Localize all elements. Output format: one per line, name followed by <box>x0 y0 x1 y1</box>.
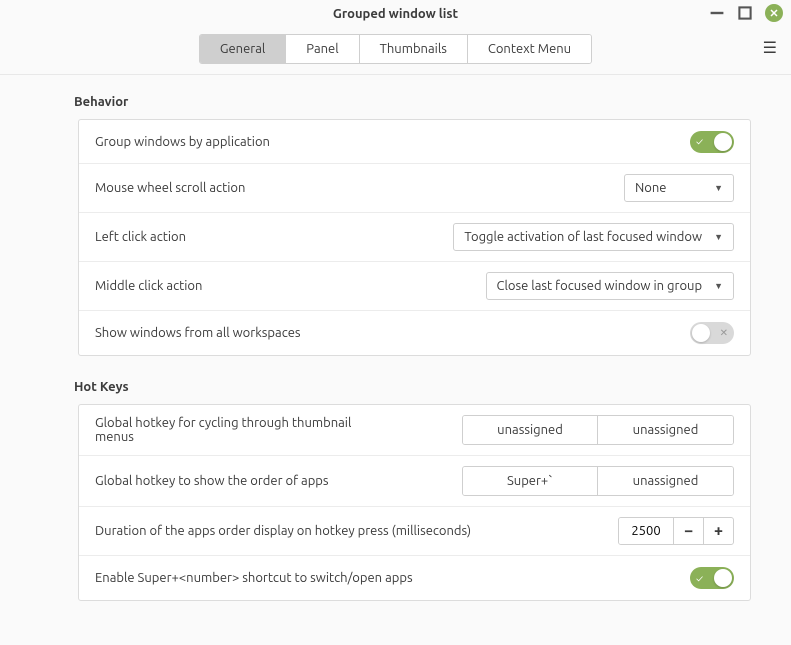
dropdown-value: Toggle activation of last focused window <box>464 230 702 244</box>
tab-context-menu[interactable]: Context Menu <box>468 35 591 63</box>
label-super-number: Enable Super+<number> shortcut to switch… <box>95 571 678 585</box>
chevron-down-icon: ▼ <box>714 183 723 193</box>
hotkey-order-2[interactable]: unassigned <box>598 467 733 495</box>
window-title: Grouped window list <box>333 7 458 21</box>
toggle-knob <box>714 569 732 587</box>
row-order-hotkey: Global hotkey to show the order of apps … <box>79 456 750 507</box>
tab-panel[interactable]: Panel <box>286 35 359 63</box>
dropdown-value: Close last focused window in group <box>497 279 703 293</box>
section-behavior-header: Behavior <box>74 95 751 109</box>
toggle-show-all-workspaces[interactable]: ✕ <box>690 322 734 344</box>
label-order-hotkey: Global hotkey to show the order of apps <box>95 474 450 488</box>
chevron-down-icon: ▼ <box>714 281 723 291</box>
row-super-number: Enable Super+<number> shortcut to switch… <box>79 556 750 600</box>
hotkey-pair-cycle: unassigned unassigned <box>462 415 734 445</box>
label-cycle-hotkey: Global hotkey for cycling through thumbn… <box>95 416 355 444</box>
row-group-windows: Group windows by application ✓ <box>79 120 750 164</box>
label-duration: Duration of the apps order display on ho… <box>95 524 606 538</box>
dropdown-mouse-wheel[interactable]: None ▼ <box>624 174 734 202</box>
tab-bar: General Panel Thumbnails Context Menu ☰ <box>0 28 791 74</box>
hotkeys-panel: Global hotkey for cycling through thumbn… <box>78 404 751 601</box>
minimize-button[interactable] <box>709 5 725 21</box>
decrement-button[interactable]: − <box>673 518 703 544</box>
increment-button[interactable]: + <box>703 518 733 544</box>
toggle-knob <box>714 133 732 151</box>
label-group-windows: Group windows by application <box>95 135 678 149</box>
label-middle-click: Middle click action <box>95 279 474 293</box>
hotkey-cycle-2[interactable]: unassigned <box>598 416 733 444</box>
row-duration: Duration of the apps order display on ho… <box>79 507 750 556</box>
row-left-click: Left click action Toggle activation of l… <box>79 213 750 262</box>
hotkey-cycle-1[interactable]: unassigned <box>463 416 598 444</box>
label-mouse-wheel: Mouse wheel scroll action <box>95 181 612 195</box>
dropdown-left-click[interactable]: Toggle activation of last focused window… <box>453 223 734 251</box>
hotkey-order-1[interactable]: Super+` <box>463 467 598 495</box>
tab-thumbnails[interactable]: Thumbnails <box>360 35 468 63</box>
toggle-group-windows[interactable]: ✓ <box>690 131 734 153</box>
toggle-super-number[interactable]: ✓ <box>690 567 734 589</box>
row-middle-click: Middle click action Close last focused w… <box>79 262 750 311</box>
label-show-all-workspaces: Show windows from all workspaces <box>95 326 678 340</box>
window-controls <box>709 4 783 22</box>
label-left-click: Left click action <box>95 230 441 244</box>
toggle-knob <box>692 324 710 342</box>
dropdown-value: None <box>635 181 667 195</box>
menu-icon[interactable]: ☰ <box>763 38 777 57</box>
section-hotkeys-header: Hot Keys <box>74 380 751 394</box>
x-icon: ✕ <box>720 327 728 339</box>
titlebar: Grouped window list <box>0 0 791 28</box>
close-button[interactable] <box>765 4 783 22</box>
dropdown-middle-click[interactable]: Close last focused window in group ▼ <box>486 272 734 300</box>
behavior-panel: Group windows by application ✓ Mouse whe… <box>78 119 751 356</box>
row-mouse-wheel: Mouse wheel scroll action None ▼ <box>79 164 750 213</box>
duration-input[interactable] <box>619 518 673 544</box>
row-cycle-hotkey: Global hotkey for cycling through thumbn… <box>79 405 750 456</box>
maximize-button[interactable] <box>737 5 753 21</box>
check-icon: ✓ <box>696 136 703 147</box>
hotkey-pair-order: Super+` unassigned <box>462 466 734 496</box>
content: Behavior Group windows by application ✓ … <box>0 75 791 645</box>
duration-spinner: − + <box>618 517 734 545</box>
tabs: General Panel Thumbnails Context Menu <box>199 34 592 64</box>
tab-general[interactable]: General <box>200 35 286 63</box>
chevron-down-icon: ▼ <box>714 232 723 242</box>
row-show-all-workspaces: Show windows from all workspaces ✕ <box>79 311 750 355</box>
check-icon: ✓ <box>696 573 703 584</box>
